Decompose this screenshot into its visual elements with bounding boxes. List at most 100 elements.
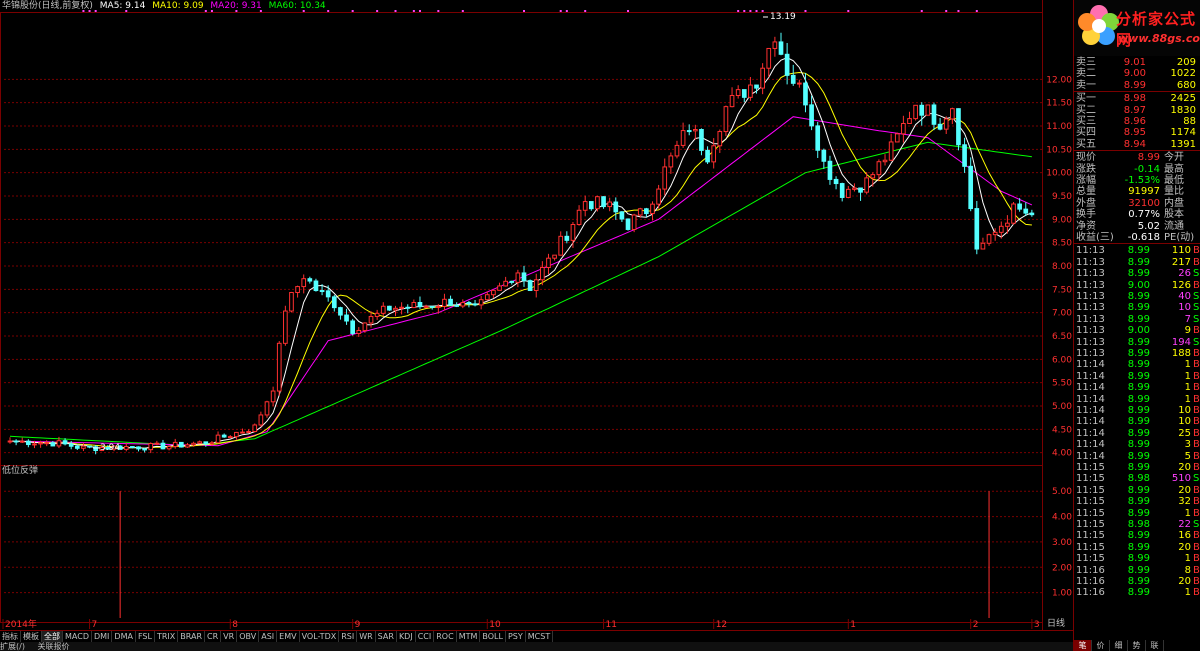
y-tick-label: 10.50 bbox=[1046, 145, 1072, 155]
indicator-tab[interactable]: MACD bbox=[63, 631, 92, 642]
indicator-tab[interactable]: VR bbox=[221, 631, 238, 642]
indicator-tab[interactable]: BOLL bbox=[480, 631, 506, 642]
candle-body bbox=[656, 188, 661, 205]
indicator-tab[interactable]: MTM bbox=[457, 631, 481, 642]
tick-price: 8.99 bbox=[1127, 348, 1150, 359]
candle-body bbox=[625, 218, 631, 230]
x-tick-label: 12 bbox=[716, 620, 727, 630]
candle-body bbox=[968, 165, 974, 210]
y-tick-label: 11.00 bbox=[1046, 122, 1072, 132]
tick-volume: 1 bbox=[1184, 393, 1191, 405]
tick-side: B bbox=[1193, 439, 1200, 451]
indicator-bars bbox=[119, 491, 990, 618]
candle-body bbox=[142, 448, 147, 451]
tick-side: B bbox=[1193, 484, 1200, 496]
tick-side: B bbox=[1193, 427, 1200, 439]
panel-tabs[interactable]: 笔价细势联 bbox=[1074, 640, 1200, 651]
x-tick-label: 2014年 bbox=[5, 618, 37, 630]
tick-volume: 25 bbox=[1178, 427, 1191, 439]
panel-tab[interactable]: 笔 bbox=[1074, 640, 1092, 651]
indicator-tab[interactable]: VOL-TDX bbox=[300, 631, 340, 642]
indicator-tab[interactable]: PSY bbox=[506, 631, 526, 642]
tick-price: 8.98 bbox=[1127, 519, 1150, 530]
tick-side: S bbox=[1193, 302, 1200, 314]
tick-volume: 22 bbox=[1178, 519, 1191, 530]
ask-row: 卖二 9.00 1022 bbox=[1074, 68, 1200, 80]
indicator-tab[interactable]: FSL bbox=[136, 631, 155, 642]
indicator-tab[interactable]: TRIX bbox=[155, 631, 179, 642]
tick-row: 11:15 8.99 1 B bbox=[1074, 508, 1200, 520]
status-related[interactable]: 关联报价 bbox=[37, 642, 69, 651]
candle-body bbox=[130, 446, 135, 449]
signal-marker bbox=[804, 10, 807, 12]
indicator-tab[interactable]: OBV bbox=[237, 631, 260, 642]
period-label[interactable]: 日线 bbox=[1047, 619, 1065, 630]
panel-tab[interactable]: 价 bbox=[1092, 640, 1110, 651]
indicator-tab[interactable]: CCI bbox=[416, 631, 435, 642]
indicator-tab[interactable]: DMI bbox=[92, 631, 113, 642]
y-tick-label: 4.50 bbox=[1052, 425, 1072, 435]
candle-body bbox=[901, 122, 906, 135]
x-tick-label: 9 bbox=[355, 620, 361, 630]
tick-time: 11:15 bbox=[1076, 484, 1105, 496]
indicator-tab[interactable]: SAR bbox=[376, 631, 397, 642]
candle-body bbox=[913, 104, 918, 120]
indicator-tab[interactable]: WR bbox=[357, 631, 376, 642]
bid-row: 买五 8.94 1391 bbox=[1074, 139, 1200, 151]
stat-label: 现价 bbox=[1076, 152, 1096, 164]
candle-body bbox=[723, 106, 729, 133]
tick-time: 11:13 bbox=[1076, 348, 1105, 359]
indicator-tab[interactable]: DMA bbox=[112, 631, 136, 642]
tick-price: 8.99 bbox=[1127, 484, 1150, 496]
candle-body bbox=[56, 440, 62, 447]
tick-row: 11:13 9.00 126 B bbox=[1074, 280, 1200, 292]
kline-chart[interactable]: 12.0011.5011.0010.5010.009.509.008.508.0… bbox=[0, 0, 1073, 630]
candle-body bbox=[876, 161, 882, 176]
candle-body bbox=[283, 310, 288, 344]
panel-tab[interactable]: 细 bbox=[1110, 640, 1128, 651]
signal-marker bbox=[755, 10, 758, 12]
tick-side: B bbox=[1193, 405, 1200, 416]
indicator-tab[interactable]: RSI bbox=[339, 631, 358, 642]
indicator-tab[interactable]: MCST bbox=[526, 631, 554, 642]
candle-body bbox=[839, 183, 845, 198]
indicator-tab[interactable]: 全部 bbox=[42, 631, 63, 642]
bid-row: 买一 8.98 2425 bbox=[1074, 93, 1200, 105]
indicator-tab[interactable]: KDJ bbox=[397, 631, 416, 642]
tick-time: 11:15 bbox=[1076, 507, 1105, 519]
stat-label: 净资 bbox=[1076, 220, 1096, 232]
stat-value: 32100 bbox=[1128, 197, 1160, 209]
candle-body bbox=[227, 436, 233, 439]
indicator-tab[interactable]: EMV bbox=[277, 631, 300, 642]
candle-body bbox=[882, 159, 888, 163]
tick-side: B bbox=[1193, 507, 1200, 519]
indicator-tab[interactable]: BRAR bbox=[178, 631, 206, 642]
axes: 12.0011.5011.0010.5010.009.509.008.508.0… bbox=[0, 0, 1072, 630]
tick-price: 8.99 bbox=[1127, 313, 1150, 325]
candle-body bbox=[845, 188, 851, 198]
panel-tab[interactable]: 势 bbox=[1128, 640, 1146, 651]
tick-side: B bbox=[1193, 359, 1200, 371]
tick-price: 8.99 bbox=[1127, 564, 1150, 576]
tick-time: 11:15 bbox=[1076, 530, 1105, 542]
x-tick-label: 11 bbox=[606, 620, 617, 630]
candle-body bbox=[405, 306, 411, 309]
indicator-tab[interactable]: ROC bbox=[434, 631, 457, 642]
indicator-tab[interactable]: ASI bbox=[259, 631, 278, 642]
panel-tab[interactable]: 联 bbox=[1146, 640, 1164, 651]
indicator-tab[interactable]: 指标 bbox=[0, 631, 21, 642]
stat-value: 8.99 bbox=[1137, 152, 1160, 164]
indicator-tab[interactable]: CR bbox=[205, 631, 222, 642]
tick-volume: 1 bbox=[1184, 370, 1191, 382]
tick-volume: 8 bbox=[1184, 564, 1191, 576]
tick-row: 11:14 8.99 1 B bbox=[1074, 359, 1200, 371]
tick-volume: 1 bbox=[1184, 507, 1191, 519]
indicator-tab-bar[interactable]: 指标 模板 全部 MACD DMI DMA FSL TRIX BRAR CR VR OBV ASI EMV… bbox=[0, 630, 1073, 642]
status-extend[interactable]: 扩展(/) bbox=[0, 642, 25, 651]
ma5-line bbox=[9, 57, 1033, 450]
stat-value: 91997 bbox=[1128, 186, 1160, 198]
indicator-tab[interactable]: 模板 bbox=[21, 631, 42, 642]
ma5-label: MA5: 9.14 bbox=[99, 1, 146, 11]
tick-row: 11:15 8.98 510 S bbox=[1074, 473, 1200, 485]
signal-marker bbox=[957, 10, 960, 12]
